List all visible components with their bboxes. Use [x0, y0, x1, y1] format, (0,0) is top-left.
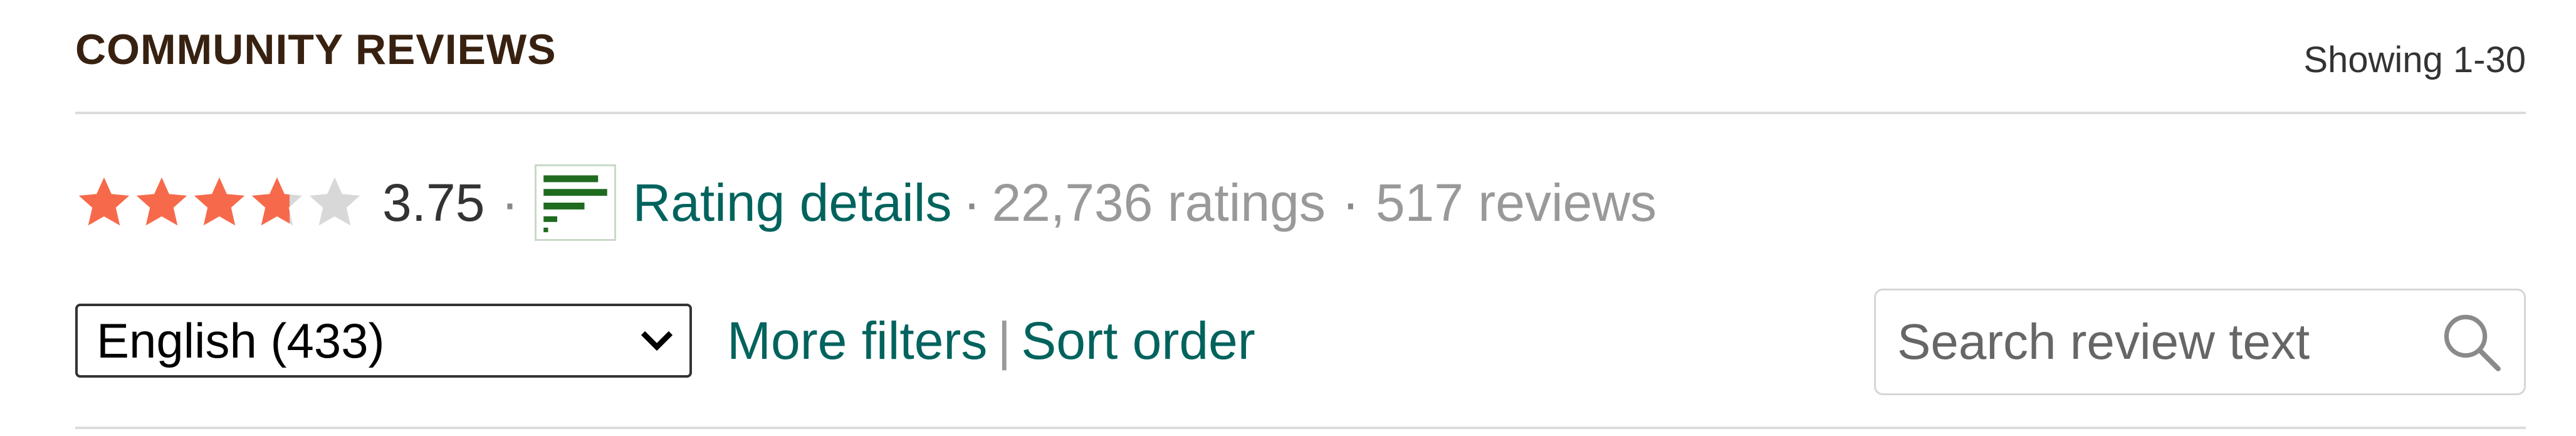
rating-summary: 3.75 · Rating details · 22,736 ratings ·…: [75, 162, 1657, 243]
divider-top: [75, 112, 2526, 114]
bar-chart-icon[interactable]: [535, 164, 617, 241]
filter-row: English (433) More filters | Sort order: [75, 302, 1255, 379]
star-icon: [78, 177, 130, 226]
divider-bottom: [75, 427, 2526, 429]
separator-dot: ·: [1341, 173, 1359, 232]
more-filters-link[interactable]: More filters: [727, 311, 987, 371]
star-icon: [136, 177, 187, 226]
star-rating: [75, 174, 364, 231]
reviews-count: 517 reviews: [1375, 173, 1657, 232]
showing-range: Showing 1-30: [2303, 40, 2526, 80]
rating-details-link[interactable]: Rating details: [632, 173, 951, 233]
magnifier-icon[interactable]: [2437, 308, 2505, 376]
chevron-down-icon: [641, 331, 673, 351]
filter-links: More filters | Sort order: [727, 311, 1255, 371]
review-search-box[interactable]: [1874, 289, 2526, 395]
section-title: COMMUNITY REVIEWS: [75, 26, 557, 73]
ratings-count: 22,736 ratings: [992, 173, 1326, 232]
separator-dot: ·: [963, 173, 981, 232]
average-rating: 3.75: [382, 173, 485, 232]
language-select[interactable]: English (433): [75, 304, 692, 378]
language-select-value: English (433): [97, 312, 385, 368]
star-icon: [251, 177, 303, 226]
sort-order-link[interactable]: Sort order: [1021, 311, 1255, 371]
community-reviews-panel: COMMUNITY REVIEWS Showing 1-30 3.75 · Ra…: [0, 0, 2576, 436]
search-input[interactable]: [1897, 313, 2411, 371]
separator-dot: ·: [501, 173, 519, 232]
link-divider: |: [997, 311, 1012, 370]
star-icon: [309, 177, 360, 226]
star-icon: [194, 177, 245, 226]
